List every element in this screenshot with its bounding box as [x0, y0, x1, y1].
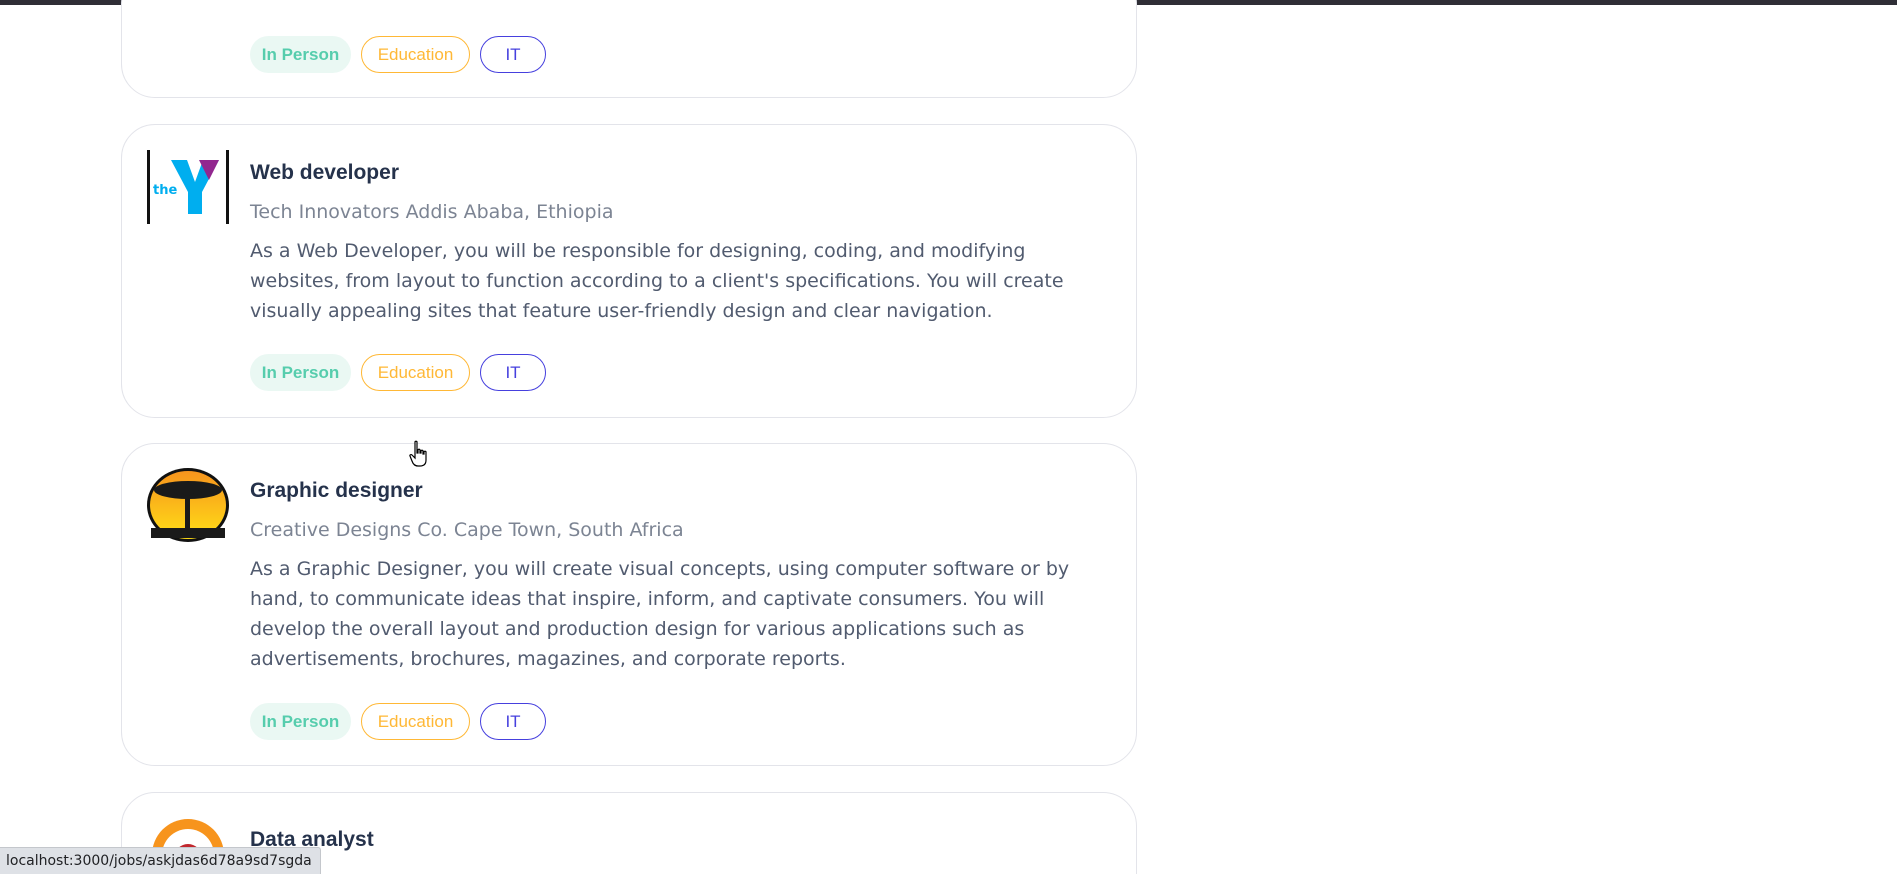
- svg-text:the: the: [153, 183, 177, 198]
- job-description: As a Web Developer, you will be responsi…: [250, 240, 1064, 322]
- job-company: Tech Innovators Addis Ababa, Ethiopia: [250, 201, 614, 223]
- tag-field: Education: [361, 36, 470, 73]
- job-tags: In Person Education IT: [250, 703, 546, 740]
- job-body: Graphic designer Creative Designs Co. Ca…: [250, 478, 1100, 674]
- tag-category: IT: [480, 703, 546, 740]
- job-card[interactable]: Graphic designer Creative Designs Co. Ca…: [121, 443, 1137, 766]
- tag-mode: In Person: [250, 703, 351, 740]
- tag-mode: In Person: [250, 36, 351, 73]
- job-body: Data analyst: [250, 827, 1100, 853]
- job-title[interactable]: Data analyst: [250, 827, 1100, 853]
- job-title[interactable]: Web developer: [250, 160, 1100, 186]
- tag-mode: In Person: [250, 354, 351, 391]
- hand-cursor-icon: [408, 440, 430, 468]
- browser-status-url: localhost:3000/jobs/askjdas6d78a9sd7sgda: [0, 847, 321, 874]
- tag-field: Education: [361, 703, 470, 740]
- ymca-logo-icon: the: [147, 150, 229, 224]
- job-title[interactable]: Graphic designer: [250, 478, 1100, 504]
- job-tags: In Person Education IT: [250, 354, 546, 391]
- job-card[interactable]: the Web developer Tech Innovators Addis …: [121, 124, 1137, 418]
- tag-field: Education: [361, 354, 470, 391]
- job-tags: In Person Education IT: [250, 36, 546, 73]
- job-description: As a Graphic Designer, you will create v…: [250, 558, 1070, 670]
- job-body: Web developer Tech Innovators Addis Abab…: [250, 160, 1100, 326]
- tag-category: IT: [480, 36, 546, 73]
- job-card[interactable]: In Person Education IT: [121, 0, 1137, 98]
- tag-category: IT: [480, 354, 546, 391]
- job-company: Creative Designs Co. Cape Town, South Af…: [250, 519, 684, 541]
- acacia-tree-logo-icon: [147, 468, 229, 542]
